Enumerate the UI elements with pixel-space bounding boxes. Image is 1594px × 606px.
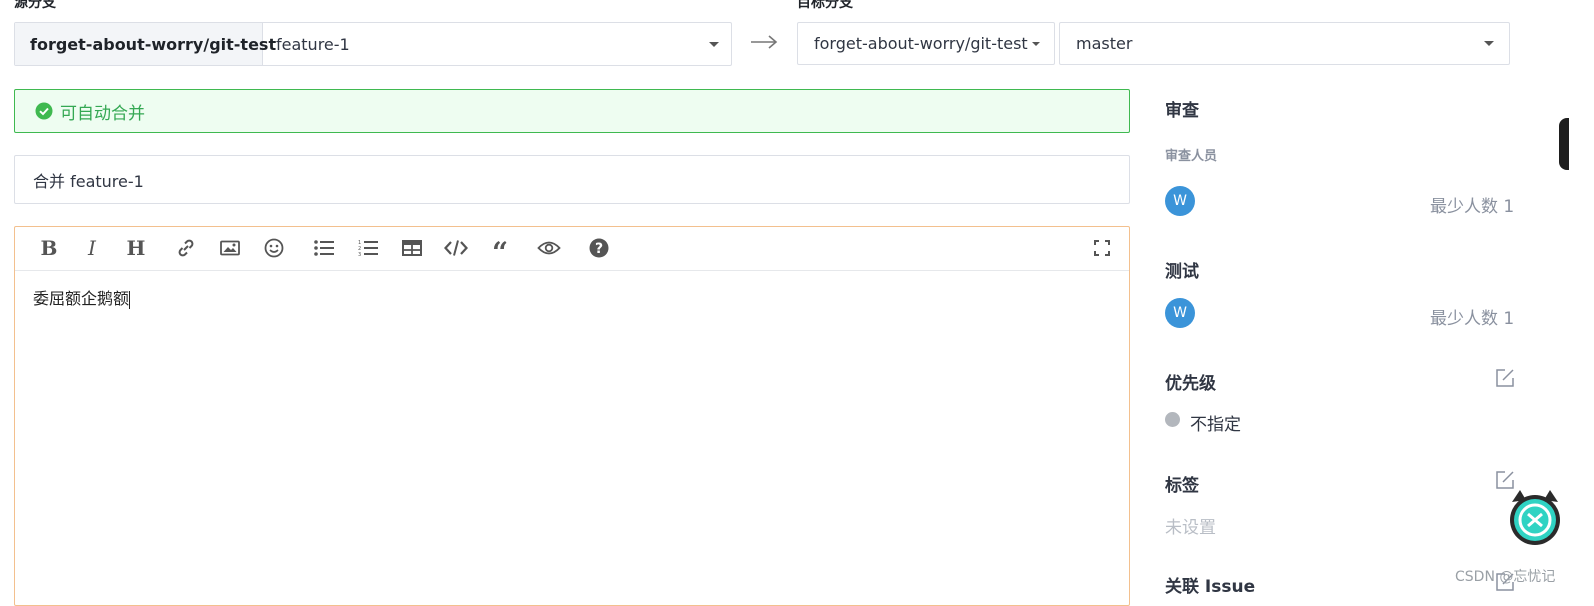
image-icon[interactable] xyxy=(217,227,243,269)
svg-text:3: 3 xyxy=(358,252,361,257)
source-branch-label: 源分支 xyxy=(14,0,56,11)
title-value: 合并 feature-1 xyxy=(33,171,144,191)
preview-eye-icon[interactable] xyxy=(536,227,562,269)
italic-icon[interactable]: I xyxy=(79,227,105,269)
labels-value: 未设置 xyxy=(1165,518,1216,538)
emoji-icon[interactable] xyxy=(261,227,287,269)
merge-status-banner: 可自动合并 xyxy=(14,89,1130,133)
source-branch-dropdown[interactable]: feature-1 xyxy=(263,23,731,65)
quote-icon[interactable]: “ xyxy=(487,227,513,269)
title-input[interactable]: 合并 feature-1 xyxy=(14,155,1130,204)
priority-dot xyxy=(1165,412,1180,427)
link-icon[interactable] xyxy=(173,227,199,269)
linked-issue-title: 关联 Issue xyxy=(1165,577,1256,597)
code-icon[interactable] xyxy=(443,227,469,269)
source-repo: forget-about-worry/git-test xyxy=(15,23,276,65)
target-branch-value: master xyxy=(1076,34,1133,53)
source-branch-value: feature-1 xyxy=(276,34,350,54)
edit-priority-icon[interactable] xyxy=(1495,368,1515,392)
arrow-right-icon xyxy=(749,32,779,56)
tester-min-count: 最少人数 1 xyxy=(1430,309,1515,329)
priority-title: 优先级 xyxy=(1165,374,1216,394)
description-editor: B I H 123 “ ? 委屈额企鹅额 xyxy=(14,226,1130,606)
labels-title: 标签 xyxy=(1165,476,1199,496)
ordered-list-icon[interactable]: 123 xyxy=(355,227,381,269)
target-repo-value: forget-about-worry/git-test xyxy=(814,34,1028,53)
heading-icon[interactable]: H xyxy=(123,227,149,269)
priority-value[interactable]: 不指定 xyxy=(1190,410,1241,435)
merge-status-text: 可自动合并 xyxy=(60,103,145,124)
editor-toolbar: B I H 123 “ ? xyxy=(15,227,1129,271)
test-title: 测试 xyxy=(1165,262,1199,282)
assistant-mascot-icon[interactable] xyxy=(1506,488,1564,546)
review-title: 审查 xyxy=(1165,101,1199,121)
chevron-down-icon xyxy=(709,41,719,47)
check-circle-icon xyxy=(35,102,53,120)
unordered-list-icon[interactable] xyxy=(311,227,337,269)
reviewer-avatar[interactable]: W xyxy=(1165,186,1195,216)
target-branch-dropdown[interactable]: master xyxy=(1059,22,1510,65)
target-branch-label: 目标分支 xyxy=(797,0,853,11)
editor-textarea[interactable]: 委屈额企鹅额 xyxy=(15,271,1129,323)
reviewer-min-count: 最少人数 1 xyxy=(1430,197,1515,217)
bold-icon[interactable]: B xyxy=(36,227,62,269)
help-icon[interactable]: ? xyxy=(586,227,612,269)
source-repo-name: forget-about-worry/git-test xyxy=(30,34,277,54)
chevron-down-icon xyxy=(1032,41,1040,46)
editor-content: 委屈额企鹅额 xyxy=(33,289,130,308)
svg-text:?: ? xyxy=(595,241,603,257)
text-cursor xyxy=(129,290,131,309)
table-icon[interactable] xyxy=(399,227,425,269)
tester-avatar[interactable]: W xyxy=(1165,298,1195,328)
edge-widget xyxy=(1559,118,1569,170)
target-repo-dropdown[interactable]: forget-about-worry/git-test xyxy=(797,22,1055,65)
watermark-text: CSDN @忘忧记 xyxy=(1455,569,1556,585)
source-branch-selector: forget-about-worry/git-test feature-1 xyxy=(14,22,732,66)
chevron-down-icon xyxy=(1484,41,1494,46)
reviewers-label: 审查人员 xyxy=(1165,149,1218,164)
fullscreen-icon[interactable] xyxy=(1089,227,1115,269)
